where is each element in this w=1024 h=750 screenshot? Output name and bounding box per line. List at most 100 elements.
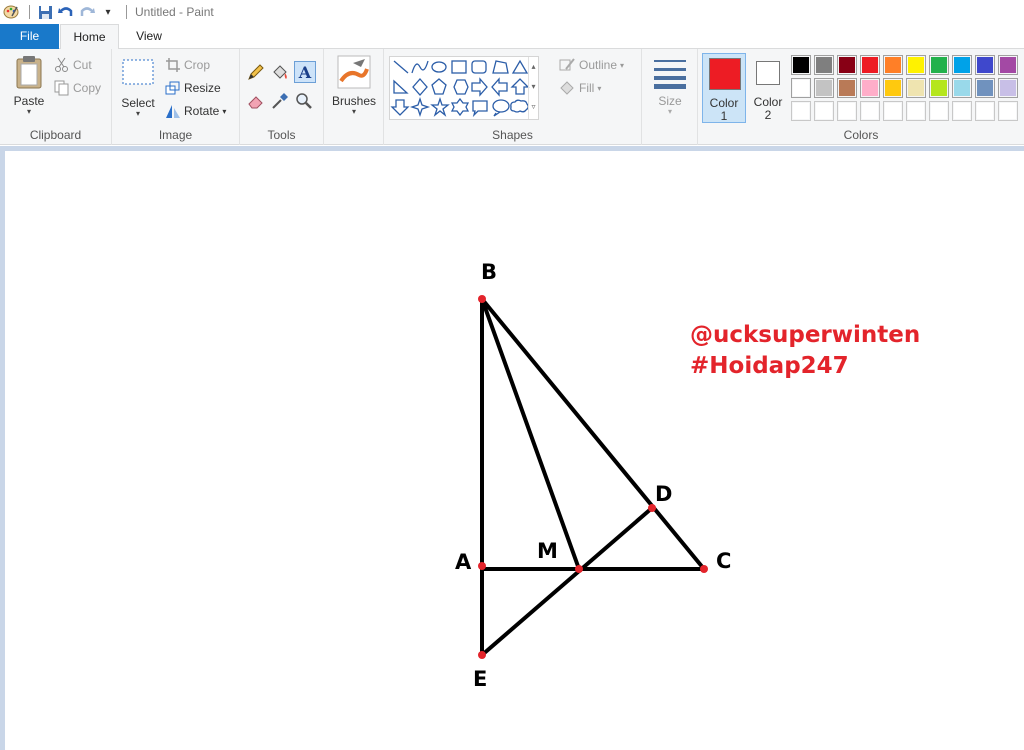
palette-swatch[interactable] [929, 55, 949, 75]
palette-swatch[interactable] [906, 78, 926, 98]
tools-group-label: Tools [267, 128, 296, 142]
select-dropdown-icon[interactable]: ▾ [119, 110, 157, 118]
label-c: C [716, 549, 731, 573]
palette-swatch[interactable] [814, 78, 834, 98]
shapes-scroll-up-icon[interactable]: ▴ [529, 57, 538, 77]
eraser-tool[interactable] [247, 92, 265, 110]
tab-file[interactable]: File [0, 24, 59, 49]
geometry-drawing: B D A M C E [455, 260, 731, 691]
outline-dropdown-icon[interactable]: ▾ [620, 61, 624, 70]
palette-swatch[interactable] [860, 101, 880, 121]
magnifier-tool[interactable] [295, 92, 313, 110]
oval-shape-icon [431, 61, 447, 73]
save-icon[interactable] [36, 3, 54, 21]
shapes-group: ▴ ▾ ▿ Outline ▾ Fill ▾ Shapes [384, 49, 642, 145]
rotate-icon [166, 105, 180, 118]
palette-swatch[interactable] [860, 78, 880, 98]
crop-button[interactable]: Crop [165, 57, 210, 73]
palette-swatch-color [908, 80, 924, 96]
palette-swatch-color [793, 57, 809, 73]
palette-swatch[interactable] [837, 101, 857, 121]
tab-view[interactable]: View [120, 24, 178, 49]
palette-swatch[interactable] [883, 55, 903, 75]
palette-swatch[interactable] [883, 78, 903, 98]
undo-icon[interactable] [57, 3, 75, 21]
image-group: Select ▾ Crop Resize Rotate ▾ Image [112, 49, 240, 145]
redo-icon[interactable] [78, 3, 96, 21]
fill-dropdown-icon[interactable]: ▾ [597, 84, 601, 93]
resize-button[interactable]: Resize [165, 80, 221, 96]
palette-swatch[interactable] [952, 55, 972, 75]
palette-swatch[interactable] [906, 55, 926, 75]
size-dropdown-icon[interactable]: ▾ [648, 108, 692, 116]
title-separator [126, 5, 127, 19]
palette-swatch[interactable] [998, 101, 1018, 121]
palette-swatch[interactable] [837, 78, 857, 98]
color2-button[interactable]: Color 2 [750, 53, 786, 123]
palette-swatch[interactable] [975, 101, 995, 121]
palette-swatch[interactable] [791, 78, 811, 98]
cut-button[interactable]: Cut [54, 57, 92, 73]
point-b-marker [478, 295, 486, 303]
rotate-label: Rotate [184, 104, 220, 118]
palette-swatch[interactable] [883, 101, 903, 121]
window-title: Untitled - Paint [135, 5, 214, 19]
customize-quick-access-button[interactable]: ▾ [99, 3, 117, 21]
paste-button[interactable]: Paste ▾ [8, 55, 50, 116]
text-tool[interactable]: A [294, 61, 316, 83]
palette-swatch[interactable] [929, 101, 949, 121]
watermark-line1: @ucksuperwinten [690, 322, 921, 348]
color1-button[interactable]: Color 1 [702, 53, 746, 123]
resize-label: Resize [184, 81, 221, 95]
palette-swatch-color [839, 103, 855, 119]
palette-swatch[interactable] [814, 101, 834, 121]
quick-access-separator [29, 5, 30, 19]
shapes-scroll[interactable]: ▴ ▾ ▿ [528, 57, 538, 119]
palette-swatch[interactable] [998, 78, 1018, 98]
outline-button[interactable]: Outline ▾ [558, 57, 624, 73]
polygon-shape-icon [492, 60, 509, 74]
right-arrow-shape-icon [471, 77, 488, 97]
shapes-expand-icon[interactable]: ▿ [529, 97, 538, 117]
palette-swatch[interactable] [998, 55, 1018, 75]
copy-button[interactable]: Copy [54, 80, 101, 96]
palette-swatch[interactable] [860, 55, 880, 75]
palette-swatch[interactable] [837, 55, 857, 75]
palette-swatch[interactable] [929, 78, 949, 98]
palette-swatch[interactable] [975, 78, 995, 98]
color-picker-tool[interactable] [271, 92, 289, 110]
label-m: M [537, 539, 558, 563]
tab-home[interactable]: Home [60, 24, 119, 50]
magnifier-icon [296, 93, 312, 109]
clipboard-group: Paste ▾ Cut Copy Clipboard [0, 49, 112, 145]
title-bar: ▾ Untitled - Paint [0, 0, 1024, 24]
rotate-dropdown-icon[interactable]: ▾ [222, 107, 226, 116]
palette-swatch[interactable] [906, 101, 926, 121]
paint-app-icon[interactable] [2, 3, 20, 21]
palette-swatch[interactable] [791, 55, 811, 75]
palette-swatch-color [954, 103, 970, 119]
palette-swatch[interactable] [791, 101, 811, 121]
rotate-button[interactable]: Rotate ▾ [165, 103, 226, 119]
select-button[interactable]: Select ▾ [119, 57, 157, 118]
palette-swatch[interactable] [814, 55, 834, 75]
label-d: D [655, 482, 672, 506]
size-button[interactable]: Size ▾ [648, 57, 692, 116]
brushes-dropdown-icon[interactable]: ▾ [329, 108, 379, 116]
palette-swatch[interactable] [952, 101, 972, 121]
select-rectangle-icon [122, 59, 154, 85]
paste-dropdown-icon[interactable]: ▾ [8, 108, 50, 116]
pencil-icon [248, 64, 264, 80]
palette-swatch[interactable] [975, 55, 995, 75]
fill-tool[interactable] [271, 63, 289, 81]
shapes-scroll-down-icon[interactable]: ▾ [529, 77, 538, 97]
palette-swatch-color [816, 80, 832, 96]
fill-button[interactable]: Fill ▾ [558, 80, 601, 96]
shapes-gallery[interactable]: ▴ ▾ ▿ [389, 56, 539, 120]
drawing-canvas[interactable]: B D A M C E [5, 151, 1024, 750]
resize-icon [165, 81, 180, 95]
brushes-button[interactable]: Brushes ▾ [329, 55, 379, 116]
palette-swatch-color [908, 57, 924, 73]
palette-swatch[interactable] [952, 78, 972, 98]
pencil-tool[interactable] [247, 63, 265, 81]
